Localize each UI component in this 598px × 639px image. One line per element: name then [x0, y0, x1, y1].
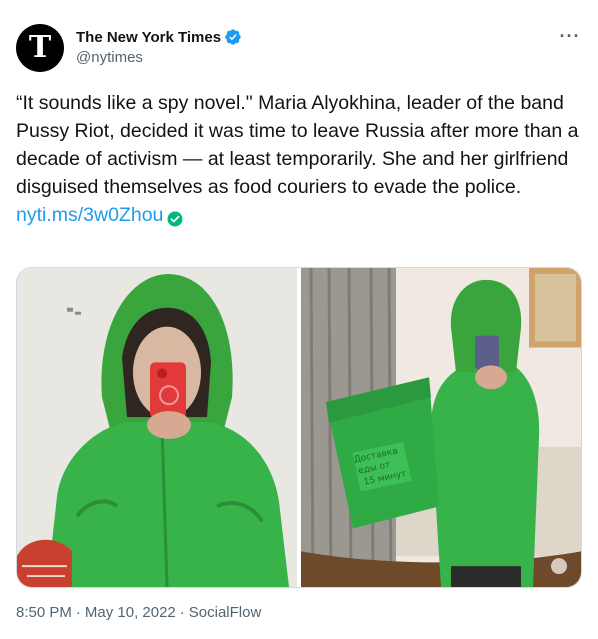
tweet-time[interactable]: 8:50 PM [16, 604, 72, 621]
media-grid[interactable]: Доставка еды от 15 минут [16, 267, 582, 588]
tweet: T The New York Times @nytimes ··· “It so… [0, 0, 598, 639]
verified-badge-icon [224, 28, 242, 46]
meta-separator: · [179, 604, 185, 621]
tweet-link-row: nyti.ms/3w0Zhou [16, 201, 584, 229]
tweet-date[interactable]: May 10, 2022 [85, 604, 176, 621]
tweet-body: “It sounds like a spy novel." Maria Alyo… [16, 92, 579, 198]
more-options-icon[interactable]: ··· [558, 26, 582, 46]
meta-separator: · [75, 604, 81, 621]
tweet-header: T The New York Times @nytimes ··· [16, 22, 582, 72]
tweet-meta: 8:50 PM · May 10, 2022 · SocialFlow [16, 604, 261, 621]
avatar[interactable]: T [16, 24, 64, 72]
tweet-text: “It sounds like a spy novel." Maria Alyo… [16, 89, 584, 229]
photo-mirror-selfie-front[interactable] [17, 268, 297, 587]
author-names: The New York Times @nytimes [76, 27, 242, 66]
handle[interactable]: @nytimes [76, 49, 242, 66]
tweet-source[interactable]: SocialFlow [189, 604, 262, 621]
nyt-logo-glyph: T [28, 30, 52, 65]
photo-mirror-selfie-backpack[interactable]: Доставка еды от 15 минут [301, 268, 581, 587]
display-name[interactable]: The New York Times [76, 29, 221, 46]
check-circle-icon [167, 207, 183, 227]
tweet-link[interactable]: nyti.ms/3w0Zhou [16, 201, 163, 229]
